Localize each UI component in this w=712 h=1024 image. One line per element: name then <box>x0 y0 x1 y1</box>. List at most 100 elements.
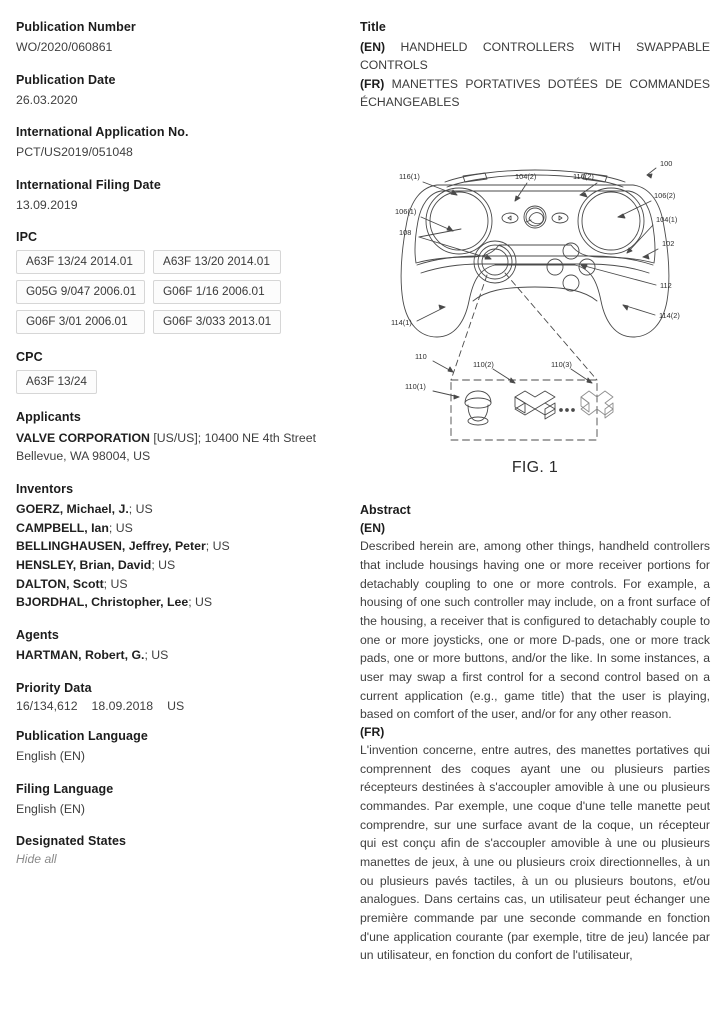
filing-language-value: English (EN) <box>16 801 86 816</box>
priority-data-label: Priority Data <box>16 680 92 695</box>
cpc-chip-list: A63F 13/24 <box>16 370 324 395</box>
designated-states-label: Designated States <box>16 834 127 849</box>
inventor-name: BELLINGHAUSEN, Jeffrey, Peter <box>16 539 206 554</box>
publication-number-label: Publication Number <box>16 20 136 34</box>
field-cpc: CPC A63F 13/24 <box>16 348 324 395</box>
inventor-name: CAMPBELL, Ian <box>16 520 109 535</box>
ipc-chip[interactable]: A63F 13/24 2014.01 <box>16 250 145 275</box>
field-publication-number: Publication Number WO/2020/060861 <box>16 18 324 57</box>
title-fr: (FR) MANETTES PORTATIVES DOTÉES DE COMMA… <box>360 75 710 112</box>
title-fr-text: MANETTES PORTATIVES DOTÉES DE COMMANDES … <box>360 76 710 110</box>
international-filing-date-value: 13.09.2019 <box>16 197 78 212</box>
inventor-name: HENSLEY, Brian, David <box>16 558 152 573</box>
applicants-label: Applicants <box>16 410 81 425</box>
applicant-detail: [US/US]; 10400 NE 4th Street <box>149 430 316 445</box>
designated-states-toggle-link[interactable]: Hide all <box>16 852 324 866</box>
numeral-114-2: 114(2) <box>659 311 680 320</box>
patent-figure[interactable]: 100 116(1) 104(2) 116(2) 106(2) 106(1) 1… <box>360 125 710 455</box>
patent-record-page: Publication Number WO/2020/060861 Public… <box>0 0 712 1024</box>
ipc-label: IPC <box>16 230 38 245</box>
lang-tag-fr: (FR) <box>360 76 385 91</box>
publication-date-value: 26.03.2020 <box>16 92 78 107</box>
numeral-114-1: 114(1) <box>391 318 412 327</box>
cpc-label: CPC <box>16 350 43 365</box>
inventor-entry: BJORDHAL, Christopher, Lee; US <box>16 593 324 612</box>
priority-date: 18.09.2018 <box>91 699 154 714</box>
numeral-102: 102 <box>662 239 674 248</box>
title-en-text: HANDHELD CONTROLLERS WITH SWAPPABLE CONT… <box>360 40 710 73</box>
numeral-110-2: 110(2) <box>473 360 494 369</box>
title-abstract-column: Title (EN) HANDHELD CONTROLLERS WITH SWA… <box>360 18 710 1024</box>
publication-number-value: WO/2020/060861 <box>16 40 113 55</box>
field-title: Title (EN) HANDHELD CONTROLLERS WITH SWA… <box>360 18 710 111</box>
numeral-106-2: 106(2) <box>654 191 675 200</box>
numeral-108: 108 <box>399 228 411 237</box>
inventor-name: GOERZ, Michael, J. <box>16 502 129 516</box>
ipc-chip[interactable]: G06F 3/01 2006.01 <box>16 310 145 335</box>
international-filing-date-label: International Filing Date <box>16 177 161 192</box>
ipc-chip[interactable]: A63F 13/20 2014.01 <box>153 250 282 275</box>
numeral-116-2: 116(2) <box>573 172 594 181</box>
inventor-entry: DALTON, Scott; US <box>16 575 324 594</box>
field-agents: Agents HARTMAN, Robert, G.; US <box>16 626 324 665</box>
applicant-name: VALVE CORPORATION <box>16 430 150 445</box>
field-publication-language: Publication Language English (EN) <box>16 727 324 766</box>
numeral-104-2: 104(2) <box>515 172 536 181</box>
numeral-112: 112 <box>660 281 672 290</box>
numeral-110-3: 110(3) <box>551 360 572 369</box>
inventor-country: ; US <box>205 539 230 554</box>
numeral-110-1: 110(1) <box>405 382 426 391</box>
priority-row: 16/134,612 18.09.2018 US <box>16 699 324 713</box>
lang-tag-en: (EN) <box>360 40 386 55</box>
field-abstract: Abstract (EN) Described herein are, amon… <box>360 503 710 965</box>
publication-date-label: Publication Date <box>16 72 116 87</box>
inventor-entry: BELLINGHAUSEN, Jeffrey, Peter; US <box>16 537 324 556</box>
abstract-lang-tag-en: (EN) <box>360 521 386 536</box>
numeral-104-1: 104(1) <box>656 215 677 224</box>
numeral-110: 110 <box>415 352 427 361</box>
field-inventors: Inventors GOERZ, Michael, J.; US CAMPBEL… <box>16 480 324 612</box>
field-international-filing-date: International Filing Date 13.09.2019 <box>16 176 324 215</box>
inventor-country: ; US <box>108 520 133 535</box>
numeral-100: 100 <box>660 159 672 168</box>
inventors-label: Inventors <box>16 481 74 496</box>
field-designated-states: Designated States Hide all <box>16 832 324 866</box>
abstract-en-text: Described herein are, among other things… <box>360 539 710 722</box>
numeral-116-1: 116(1) <box>399 172 420 181</box>
cpc-chip[interactable]: A63F 13/24 <box>16 370 97 395</box>
publication-language-label: Publication Language <box>16 729 148 744</box>
ipc-chip[interactable]: G06F 1/16 2006.01 <box>153 280 282 305</box>
publication-language-value: English (EN) <box>16 749 86 764</box>
inventor-entry: CAMPBELL, Ian; US <box>16 519 324 538</box>
agent-name: HARTMAN, Robert, G. <box>16 648 145 663</box>
bibliographic-column: Publication Number WO/2020/060861 Public… <box>16 18 334 1024</box>
abstract-label: Abstract <box>360 503 411 518</box>
inventor-entry: HENSLEY, Brian, David; US <box>16 556 324 575</box>
inventor-entry: GOERZ, Michael, J.; US <box>16 500 324 519</box>
field-applicants: Applicants VALVE CORPORATION [US/US]; 10… <box>16 408 324 466</box>
figure-caption: FIG. 1 <box>511 459 559 477</box>
international-application-no-value: PCT/US2019/051048 <box>16 145 133 160</box>
inventor-country: ; US <box>151 558 176 573</box>
ipc-chip[interactable]: G06F 3/033 2013.01 <box>153 310 282 335</box>
inventor-name: DALTON, Scott <box>16 576 104 591</box>
priority-number: 16/134,612 <box>16 699 78 714</box>
field-international-application-no: International Application No. PCT/US2019… <box>16 123 324 162</box>
inventor-country: ; US <box>128 502 153 516</box>
field-priority-data: Priority Data 16/134,612 18.09.2018 US <box>16 679 324 713</box>
inventor-country: ; US <box>103 576 128 591</box>
field-ipc: IPC A63F 13/24 2014.01 A63F 13/20 2014.0… <box>16 228 324 335</box>
agent-country: ; US <box>144 648 169 663</box>
numeral-106-1: 106(1) <box>395 207 416 216</box>
ipc-chip[interactable]: G05G 9/047 2006.01 <box>16 280 145 305</box>
field-publication-date: Publication Date 26.03.2020 <box>16 71 324 110</box>
agents-label: Agents <box>16 628 59 643</box>
abstract-fr-text: L'invention concerne, entre autres, des … <box>360 743 710 963</box>
applicant-entry: VALVE CORPORATION [US/US]; 10400 NE 4th … <box>16 429 324 448</box>
priority-country: US <box>167 699 185 714</box>
title-en: (EN) HANDHELD CONTROLLERS WITH SWAPPABLE… <box>360 38 710 75</box>
inventor-country: ; US <box>188 595 213 610</box>
controller-line-drawing-svg: 100 116(1) 104(2) 116(2) 106(2) 106(1) 1… <box>391 159 680 441</box>
inventor-name: BJORDHAL, Christopher, Lee <box>16 595 189 610</box>
agent-entry: HARTMAN, Robert, G.; US <box>16 646 324 665</box>
